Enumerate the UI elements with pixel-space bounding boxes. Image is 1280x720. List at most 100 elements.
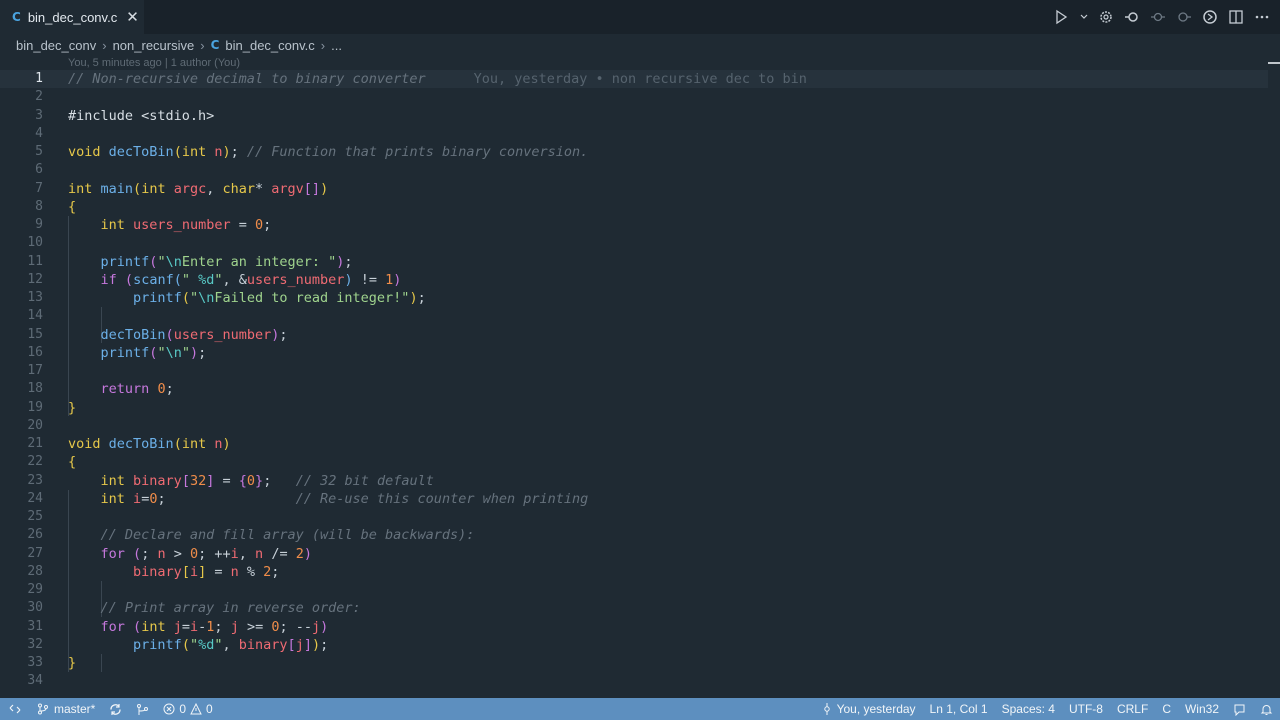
- editor-tab-bin-dec-conv[interactable]: C bin_dec_conv.c ✕: [0, 0, 144, 34]
- code-line[interactable]: 8{: [0, 198, 1268, 216]
- scrollbar-marker[interactable]: [1268, 62, 1280, 64]
- code-line[interactable]: 29: [0, 581, 1268, 599]
- line-number: 2: [35, 89, 43, 105]
- line-number: 30: [27, 600, 43, 616]
- line-number: 14: [27, 308, 43, 324]
- code-line[interactable]: 11 printf("\nEnter an integer: ");: [0, 253, 1268, 271]
- line-number: 12: [27, 271, 43, 287]
- code-text: }: [68, 655, 77, 671]
- code-line[interactable]: 23 int binary[32] = {0}; // 32 bit defau…: [0, 472, 1268, 490]
- line-number: 1: [35, 71, 43, 86]
- go-back-icon[interactable]: [1124, 9, 1140, 25]
- copilot-icon[interactable]: [1202, 9, 1218, 25]
- step-icon[interactable]: [1150, 9, 1166, 25]
- code-line[interactable]: 17: [0, 362, 1268, 380]
- line-number: 15: [27, 326, 43, 342]
- code-line[interactable]: 9 int users_number = 0;: [0, 216, 1268, 234]
- breadcrumb-folder-non-recursive[interactable]: non_recursive: [113, 38, 195, 53]
- settings-icon[interactable]: [1098, 9, 1114, 25]
- line-number: 32: [27, 636, 43, 652]
- go-forward-icon[interactable]: [1176, 9, 1192, 25]
- more-icon[interactable]: [1254, 9, 1270, 25]
- chevron-right-icon: ›: [320, 37, 326, 53]
- code-line[interactable]: 21 void decToBin(int n): [0, 435, 1268, 453]
- code-text: printf("%d", binary[j]);: [133, 636, 329, 653]
- line-number: 11: [27, 253, 43, 269]
- code-line[interactable]: 10: [0, 234, 1268, 252]
- end-of-line[interactable]: CRLF: [1110, 698, 1155, 720]
- chevron-right-icon: ›: [102, 37, 107, 53]
- code-line[interactable]: 12 if (scanf(" %d", &users_number) != 1): [0, 271, 1268, 289]
- cpp-configuration[interactable]: Win32: [1178, 698, 1226, 720]
- code-line[interactable]: 22 {: [0, 453, 1268, 471]
- code-line[interactable]: 32 printf("%d", binary[j]);: [0, 636, 1268, 654]
- code-line[interactable]: 5 void decToBin(int n); // Function that …: [0, 143, 1268, 161]
- code-line[interactable]: 24 int i=0; // Re-use this counter when …: [0, 490, 1268, 508]
- close-icon[interactable]: ✕: [126, 8, 139, 26]
- code-editor[interactable]: You, 5 minutes ago | 1 author (You) 1 // …: [0, 56, 1280, 698]
- branch-label: master*: [54, 702, 96, 716]
- code-line[interactable]: 28 binary[i] = n % 2;: [0, 563, 1268, 581]
- code-line[interactable]: 7 int main(int argc, char* argv[]): [0, 180, 1268, 198]
- code-text: int main(int argc, char* argv[]): [68, 180, 329, 197]
- line-number: 6: [35, 162, 43, 178]
- line-number: 5: [35, 144, 43, 159]
- language-mode[interactable]: C: [1155, 698, 1178, 720]
- code-line[interactable]: 20: [0, 417, 1268, 435]
- code-line[interactable]: 33}: [0, 654, 1268, 672]
- codelens-blame[interactable]: You, 5 minutes ago | 1 author (You): [68, 56, 240, 70]
- notifications-icon[interactable]: [1253, 698, 1280, 720]
- chevron-down-icon[interactable]: [1080, 9, 1088, 25]
- blame-label: You, yesterday: [836, 702, 916, 716]
- code-line[interactable]: 34: [0, 672, 1268, 690]
- git-graph-icon[interactable]: [129, 698, 156, 720]
- inline-blame: You, yesterday • non recursive dec to bi…: [473, 71, 807, 87]
- code-line[interactable]: 1 // Non-recursive decimal to binary conv…: [0, 70, 1268, 89]
- line-number: 4: [35, 125, 43, 141]
- branch-status[interactable]: master*: [30, 698, 102, 720]
- breadcrumb-file[interactable]: bin_dec_conv.c: [225, 38, 314, 53]
- code-line[interactable]: 31 for (int j=i-1; j >= 0; --j): [0, 618, 1268, 636]
- breadcrumb-symbols[interactable]: ...: [331, 38, 342, 53]
- editor-actions: [1054, 0, 1270, 34]
- code-line[interactable]: 4: [0, 125, 1268, 143]
- code-line[interactable]: 25: [0, 508, 1268, 526]
- code-line[interactable]: 27 for (; n > 0; ++i, n /= 2): [0, 545, 1268, 563]
- line-number: 9: [35, 217, 43, 232]
- code-line[interactable]: 16 printf("\n");: [0, 344, 1268, 362]
- code-text: {: [68, 454, 77, 471]
- feedback-icon[interactable]: [1226, 698, 1253, 720]
- run-icon[interactable]: [1054, 9, 1070, 25]
- breadcrumb-folder-bin-dec-conv[interactable]: bin_dec_conv: [16, 38, 96, 53]
- encoding[interactable]: UTF-8: [1062, 698, 1110, 720]
- code-text: if (scanf(" %d", &users_number) != 1): [100, 271, 402, 288]
- sync-icon[interactable]: [102, 698, 129, 720]
- code-line[interactable]: 19}: [0, 399, 1268, 417]
- cursor-position[interactable]: Ln 1, Col 1: [923, 698, 995, 720]
- indentation[interactable]: Spaces: 4: [995, 698, 1062, 720]
- remote-icon[interactable]: [0, 698, 30, 720]
- code-line[interactable]: 6: [0, 161, 1268, 179]
- line-number: 3: [35, 107, 43, 123]
- problems-status[interactable]: 0 0: [156, 698, 219, 720]
- code-text: }: [68, 399, 77, 416]
- code-text: void decToBin(int n); // Function that p…: [68, 144, 589, 160]
- line-number: 31: [27, 618, 43, 634]
- code-lines: 1 // Non-recursive decimal to binary conv…: [0, 70, 1268, 691]
- code-line[interactable]: 3 #include <stdio.h>: [0, 107, 1268, 125]
- line-number: 25: [27, 509, 43, 524]
- line-number: 10: [27, 235, 43, 251]
- line-number: 20: [27, 417, 43, 433]
- tab-label: bin_dec_conv.c: [27, 9, 118, 25]
- code-line[interactable]: 13 printf("\nFailed to read integer!");: [0, 289, 1268, 307]
- code-line[interactable]: 14: [0, 307, 1268, 325]
- code-line[interactable]: 15 decToBin(users_number);: [0, 326, 1268, 344]
- code-text: for (; n > 0; ++i, n /= 2): [100, 545, 312, 562]
- code-line[interactable]: 26 // Declare and fill array (will be ba…: [0, 526, 1268, 544]
- code-text: printf("\n");: [100, 344, 207, 361]
- split-editor-icon[interactable]: [1228, 9, 1244, 25]
- git-blame-status[interactable]: You, yesterday: [815, 698, 923, 720]
- code-line[interactable]: 2: [0, 88, 1268, 106]
- code-line[interactable]: 30 // Print array in reverse order:: [0, 599, 1268, 617]
- code-line[interactable]: 18 return 0;: [0, 380, 1268, 398]
